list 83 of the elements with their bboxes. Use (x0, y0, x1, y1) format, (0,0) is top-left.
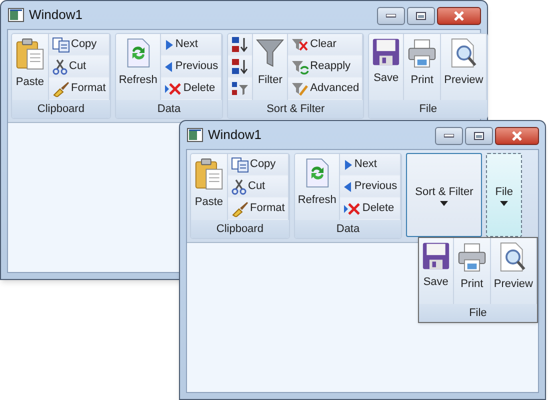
ribbon-button[interactable]: Save (369, 34, 404, 100)
window-title: Window1 (208, 126, 262, 144)
ribbon-button[interactable]: Next (161, 34, 222, 56)
icon-button[interactable] (228, 34, 252, 56)
maximize-icon (416, 12, 426, 20)
ribbon-button[interactable]: Save (418, 238, 454, 304)
ribbon-button[interactable]: Refresh (116, 34, 162, 100)
advanced-filter-icon (291, 80, 310, 96)
magnifier-page-icon (450, 38, 478, 68)
printer-icon (407, 38, 438, 68)
ribbon-button[interactable]: Print (404, 34, 442, 100)
group-label: Data (294, 220, 402, 238)
funnel-icon (256, 38, 284, 68)
ribbon-button[interactable]: Format (49, 78, 109, 100)
ribbon-button[interactable]: Paste (12, 34, 49, 100)
ribbon-button[interactable]: Refresh (294, 154, 340, 220)
icon-button[interactable] (228, 56, 252, 78)
sort-ascending-icon (231, 36, 250, 54)
ribbon-button[interactable]: Delete (340, 198, 400, 220)
sort-filter-icon (231, 80, 250, 98)
copy-icon (231, 156, 249, 172)
group-label: Data (116, 100, 222, 118)
clipboard-icon (194, 158, 224, 190)
collapsed-group-button[interactable]: File (486, 153, 522, 237)
minimize-button[interactable] (435, 127, 463, 145)
ribbon-button[interactable]: Preview (490, 238, 537, 304)
caret-icon (500, 200, 508, 206)
ribbon-button[interactable]: Advanced (288, 78, 362, 100)
icon-button[interactable] (228, 78, 252, 100)
close-button[interactable] (437, 7, 481, 25)
ribbon-button[interactable]: Print (454, 238, 491, 304)
minimize-button[interactable] (377, 7, 405, 25)
right-triangle-icon (343, 158, 354, 170)
maximize-button[interactable] (407, 7, 435, 25)
group-label: Clipboard (191, 220, 289, 238)
ribbon-button[interactable]: Cut (228, 176, 288, 198)
maximize-icon (474, 132, 484, 140)
maximize-button[interactable] (465, 127, 493, 145)
minimize-icon (444, 134, 454, 138)
group-label: Sort & Filter (228, 100, 364, 118)
close-button[interactable] (495, 127, 539, 145)
ribbon-button[interactable]: Copy (49, 34, 109, 56)
left-triangle-icon (343, 180, 354, 192)
ribbon-button[interactable]: Copy (228, 154, 288, 176)
refresh-icon (125, 38, 152, 68)
close-icon (453, 11, 465, 21)
paintbrush-icon (231, 200, 249, 216)
scissors-icon (231, 178, 247, 194)
clipboard-icon (15, 38, 45, 70)
delete-icon (164, 82, 182, 96)
ribbon-button[interactable]: Previous (161, 56, 222, 78)
ribbon-button[interactable]: Previous (340, 176, 400, 198)
window-icon (8, 8, 24, 22)
copy-icon (52, 36, 70, 52)
ribbon-button[interactable]: Filter (253, 34, 288, 100)
ribbon-button[interactable]: Clear (288, 34, 362, 56)
caret-icon (440, 200, 448, 206)
magnifier-page-icon (499, 242, 528, 272)
ribbon-button[interactable]: Delete (161, 78, 222, 100)
scissors-icon (52, 58, 68, 74)
window-icon (187, 128, 203, 142)
collapsed-group-button[interactable]: Sort & Filter (406, 153, 482, 237)
window-title: Window1 (29, 6, 84, 24)
group-label: Clipboard (12, 100, 110, 118)
close-icon (511, 131, 523, 141)
minimize-icon (386, 14, 396, 18)
right-triangle-icon (164, 38, 174, 50)
group-label: File (418, 304, 537, 322)
ribbon-button[interactable]: Next (340, 154, 400, 176)
paintbrush-icon (52, 80, 70, 96)
refresh-icon (304, 158, 330, 188)
ribbon-button[interactable]: Preview (441, 34, 488, 100)
printer-icon (456, 242, 487, 272)
clear-filter-icon (291, 36, 310, 52)
delete-icon (343, 202, 362, 216)
ribbon-button[interactable]: Cut (49, 56, 109, 78)
group-label: File (369, 100, 488, 118)
ribbon-button[interactable]: Paste (191, 154, 228, 220)
ribbon-button[interactable]: Reapply (288, 56, 362, 78)
reapply-filter-icon (291, 58, 310, 74)
sort-descending-icon (231, 58, 250, 76)
left-triangle-icon (164, 60, 174, 72)
ribbon-button[interactable]: Format (228, 198, 288, 220)
